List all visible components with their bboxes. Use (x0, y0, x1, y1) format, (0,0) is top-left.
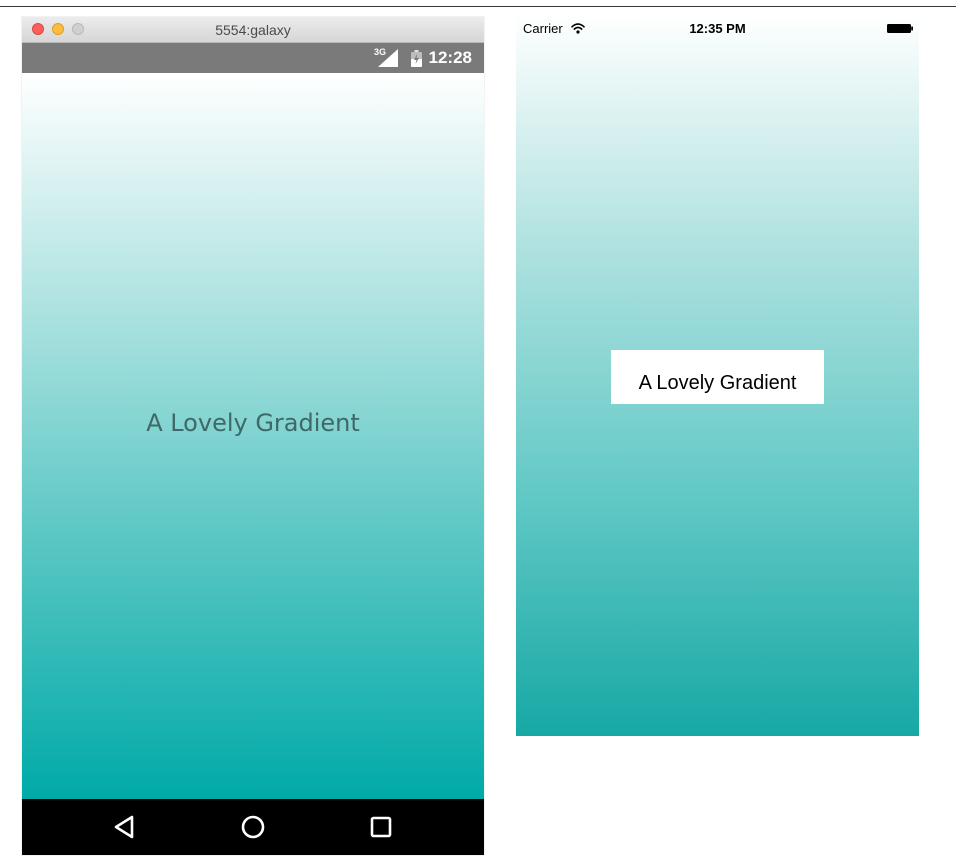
android-status-bar: 3G 12:28 (22, 43, 484, 73)
home-icon[interactable] (238, 813, 268, 841)
android-gradient-view: A Lovely Gradient (22, 73, 484, 799)
battery-icon (887, 24, 913, 33)
back-icon[interactable] (110, 813, 140, 841)
cell-signal-icon (378, 49, 398, 67)
android-navigation-bar (22, 799, 484, 855)
android-clock: 12:28 (428, 48, 472, 67)
emulator-titlebar[interactable]: 5554:galaxy (22, 17, 484, 43)
ios-clock: 12:35 PM (689, 21, 746, 36)
ios-status-bar: Carrier 12:35 PM (516, 14, 919, 44)
android-gradient-label: A Lovely Gradient (146, 409, 360, 437)
ios-gradient-label: A Lovely Gradient (638, 372, 797, 394)
ios-label-background: A Lovely Gradient (611, 350, 824, 404)
recents-icon[interactable] (366, 813, 396, 841)
screenshot-page: 5554:galaxy 3G 12:28 A Lovely Gradient C… (0, 0, 956, 864)
battery-icon (411, 50, 422, 67)
emulator-window-title: 5554:galaxy (215, 22, 291, 38)
ios-simulator-screen: Carrier 12:35 PM A Lovely Gradient (516, 14, 919, 736)
android-emulator-window: 5554:galaxy 3G 12:28 A Lovely Gradient (22, 17, 484, 855)
